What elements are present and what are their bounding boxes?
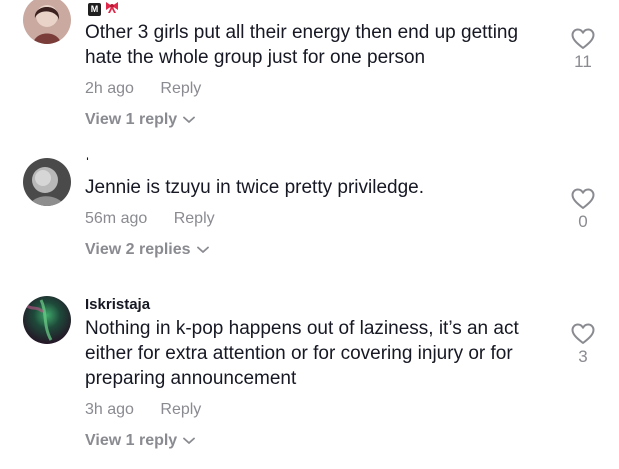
heart-outline-icon: [567, 323, 599, 345]
view-replies-label: View 1 reply: [85, 432, 178, 449]
like-count: 0: [578, 212, 588, 231]
avatar[interactable]: [23, 0, 71, 44]
ribbon-icon: [104, 0, 120, 19]
m-badge-icon: M: [88, 2, 101, 16]
reply-button[interactable]: Reply: [160, 78, 201, 100]
comment-time: 2h ago: [85, 80, 134, 97]
comment-username[interactable]: M: [85, 0, 555, 18]
like-count: 11: [574, 52, 592, 71]
view-replies-label: View 2 replies: [85, 241, 191, 258]
comment-meta: 2h ago Reply: [85, 78, 555, 100]
like-button[interactable]: 11: [567, 28, 599, 72]
comment-meta: 56m ago Reply: [85, 208, 555, 230]
comment-meta: 3h ago Reply: [85, 399, 555, 421]
chevron-down-icon: [183, 430, 196, 452]
view-replies-button[interactable]: View 1 reply: [85, 430, 555, 452]
avatar[interactable]: [23, 158, 71, 206]
view-replies-label: View 1 reply: [85, 111, 178, 128]
avatar[interactable]: [23, 296, 71, 344]
comment-username[interactable]: Iskristaja: [85, 296, 555, 314]
chevron-down-icon: [196, 239, 209, 261]
view-replies-button[interactable]: View 2 replies: [85, 239, 555, 261]
comment-text: Nothing in k-pop happens out of laziness…: [85, 318, 519, 389]
comment-time: 56m ago: [85, 210, 148, 227]
like-button[interactable]: 3: [567, 323, 599, 367]
chevron-down-icon: [183, 109, 196, 131]
like-count: 3: [578, 347, 588, 366]
comment-text: Other 3 girls put all their energy then …: [85, 22, 519, 68]
heart-outline-icon: [567, 28, 599, 50]
comment-username[interactable]: ˈ: [85, 155, 555, 173]
like-button[interactable]: 0: [567, 188, 599, 232]
comment-time: 3h ago: [85, 401, 134, 418]
heart-outline-icon: [567, 188, 599, 210]
comment-text: Jennie is tzuyu in twice pretty priviled…: [85, 177, 424, 198]
reply-button[interactable]: Reply: [174, 208, 215, 230]
reply-button[interactable]: Reply: [160, 399, 201, 421]
view-replies-button[interactable]: View 1 reply: [85, 109, 555, 131]
